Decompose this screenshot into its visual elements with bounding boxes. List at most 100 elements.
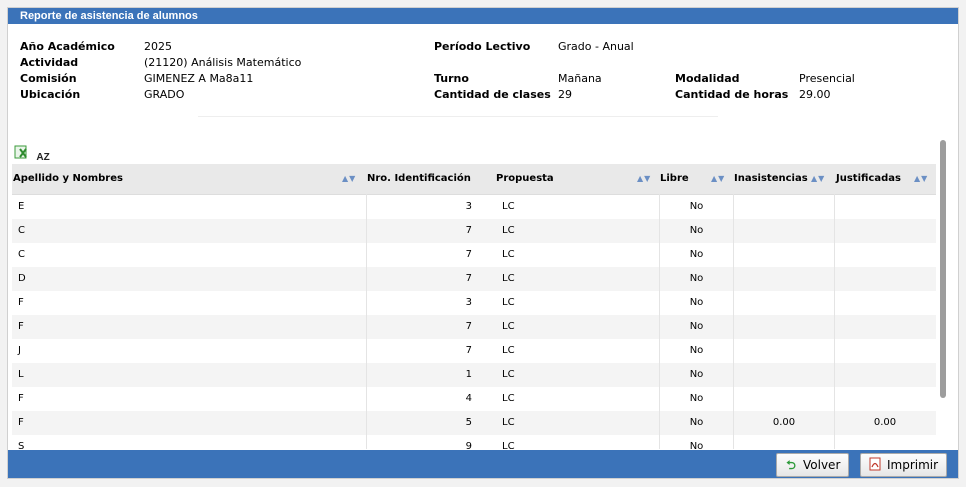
- table-row[interactable]: C 7 LC No: [12, 219, 936, 243]
- cell-inasistencias: 0.00: [772, 417, 796, 428]
- cell-justificadas: [835, 435, 935, 449]
- cell-propuesta: LC: [502, 297, 515, 308]
- actividad-label: Actividad: [20, 56, 79, 69]
- sort-justificadas-icon[interactable]: ▲▼: [914, 164, 928, 194]
- cell-propuesta: LC: [502, 201, 515, 212]
- imprimir-button[interactable]: Imprimir: [860, 453, 948, 477]
- cell-inasistencias: [734, 291, 834, 315]
- cell-libre: No: [689, 321, 704, 332]
- cell-nombre: S: [18, 441, 25, 449]
- col-id[interactable]: Nro. Identificación: [367, 164, 471, 194]
- cell-id: 7: [465, 225, 472, 236]
- cell-nombre: E: [18, 201, 25, 212]
- pdf-icon: [867, 454, 883, 476]
- cell-id: 7: [465, 321, 472, 332]
- turno-label: Turno: [434, 72, 469, 85]
- table-row[interactable]: F 5 LC No 0.00 0.00: [12, 411, 936, 435]
- ubicacion-label: Ubicación: [20, 88, 81, 101]
- table-row[interactable]: F 4 LC No: [12, 387, 936, 411]
- table-row[interactable]: S 9 LC No: [12, 435, 936, 449]
- cell-inasistencias: [734, 243, 834, 267]
- col-justificadas[interactable]: Justificadas: [836, 164, 901, 194]
- cell-propuesta: LC: [502, 249, 515, 260]
- col-propuesta[interactable]: Propuesta: [496, 164, 554, 194]
- cell-libre: No: [689, 345, 704, 356]
- sort-propuesta-icon[interactable]: ▲▼: [637, 164, 651, 194]
- cell-id: 7: [465, 273, 472, 284]
- cell-inasistencias: [734, 219, 834, 243]
- vertical-scrollbar[interactable]: [940, 140, 946, 398]
- cell-propuesta: LC: [502, 345, 515, 356]
- info-panel: Año Académico 2025 Actividad (21120) Aná…: [20, 32, 940, 102]
- cell-inasistencias: [734, 363, 834, 387]
- cell-libre: No: [689, 393, 704, 404]
- window-title: Reporte de asistencia de alumnos: [8, 8, 958, 24]
- cantidad-horas-value: 29.00: [799, 88, 831, 101]
- cell-id: 5: [465, 417, 472, 428]
- imprimir-label: Imprimir: [887, 458, 939, 472]
- cell-nombre: F: [18, 321, 24, 332]
- col-libre[interactable]: Libre: [660, 164, 689, 194]
- cell-libre: No: [689, 369, 704, 380]
- col-nombre[interactable]: Apellido y Nombres: [13, 164, 123, 194]
- cell-inasistencias: [734, 387, 834, 411]
- table-row[interactable]: F 7 LC No: [12, 315, 936, 339]
- cell-nombre: F: [18, 297, 24, 308]
- turno-value: Mañana: [558, 72, 602, 85]
- cell-inasistencias: [734, 195, 834, 219]
- cell-justificadas: [835, 315, 935, 339]
- cell-id: 3: [465, 201, 472, 212]
- table-row[interactable]: E 3 LC No: [12, 195, 936, 219]
- table-row[interactable]: F 3 LC No: [12, 291, 936, 315]
- cell-justificadas: [835, 291, 935, 315]
- volver-button[interactable]: ⮌ Volver: [776, 453, 850, 477]
- cell-inasistencias: [734, 339, 834, 363]
- cell-inasistencias: [734, 267, 834, 291]
- grid-toolbar: AZ: [14, 144, 53, 163]
- comision-label: Comisión: [20, 72, 77, 85]
- cell-libre: No: [689, 273, 704, 284]
- cell-id: 4: [465, 393, 472, 404]
- report-window: Reporte de asistencia de alumnos Año Aca…: [7, 7, 959, 479]
- cell-nombre: C: [18, 249, 25, 260]
- cantidad-clases-label: Cantidad de clases: [434, 88, 551, 101]
- table-row[interactable]: D 7 LC No: [12, 267, 936, 291]
- sort-libre-icon[interactable]: ▲▼: [711, 164, 725, 194]
- modalidad-value: Presencial: [799, 72, 855, 85]
- periodo-value: Grado - Anual: [558, 40, 634, 53]
- table-row[interactable]: L 1 LC No: [12, 363, 936, 387]
- cell-justificadas: [835, 219, 935, 243]
- cell-nombre: L: [18, 369, 24, 380]
- divider: [198, 116, 718, 117]
- cell-libre: No: [689, 441, 704, 449]
- cantidad-horas-label: Cantidad de horas: [675, 88, 789, 101]
- ubicacion-value: GRADO: [144, 88, 185, 101]
- sort-nombre-icon[interactable]: ▲▼: [342, 164, 356, 194]
- cell-nombre: C: [18, 225, 25, 236]
- col-inasistencias[interactable]: Inasistencias: [734, 164, 808, 194]
- footer-bar: ⮌ Volver Imprimir: [8, 450, 958, 478]
- cantidad-clases-value: 29: [558, 88, 572, 101]
- cell-libre: No: [689, 417, 704, 428]
- attendance-table: Apellido y Nombres ▲▼ Nro. Identificació…: [12, 164, 936, 449]
- cell-justificadas: [835, 195, 935, 219]
- cell-justificadas: [835, 267, 935, 291]
- cell-inasistencias: [734, 315, 834, 339]
- table-row[interactable]: J 7 LC No: [12, 339, 936, 363]
- cell-propuesta: LC: [502, 417, 515, 428]
- table-row[interactable]: C 7 LC No: [12, 243, 936, 267]
- sort-inasistencias-icon[interactable]: ▲▼: [811, 164, 825, 194]
- cell-inasistencias: [734, 435, 834, 449]
- modalidad-label: Modalidad: [675, 72, 740, 85]
- cell-propuesta: LC: [502, 441, 515, 449]
- cell-propuesta: LC: [502, 393, 515, 404]
- comision-value: GIMENEZ A Ma8a11: [144, 72, 254, 85]
- back-arrow-icon: ⮌: [786, 458, 796, 472]
- excel-icon[interactable]: [14, 144, 30, 160]
- anio-label: Año Académico: [20, 40, 115, 53]
- cell-justificadas: [835, 243, 935, 267]
- cell-nombre: F: [18, 417, 24, 428]
- anio-value: 2025: [144, 40, 172, 53]
- periodo-label: Período Lectivo: [434, 40, 531, 53]
- cell-libre: No: [689, 249, 704, 260]
